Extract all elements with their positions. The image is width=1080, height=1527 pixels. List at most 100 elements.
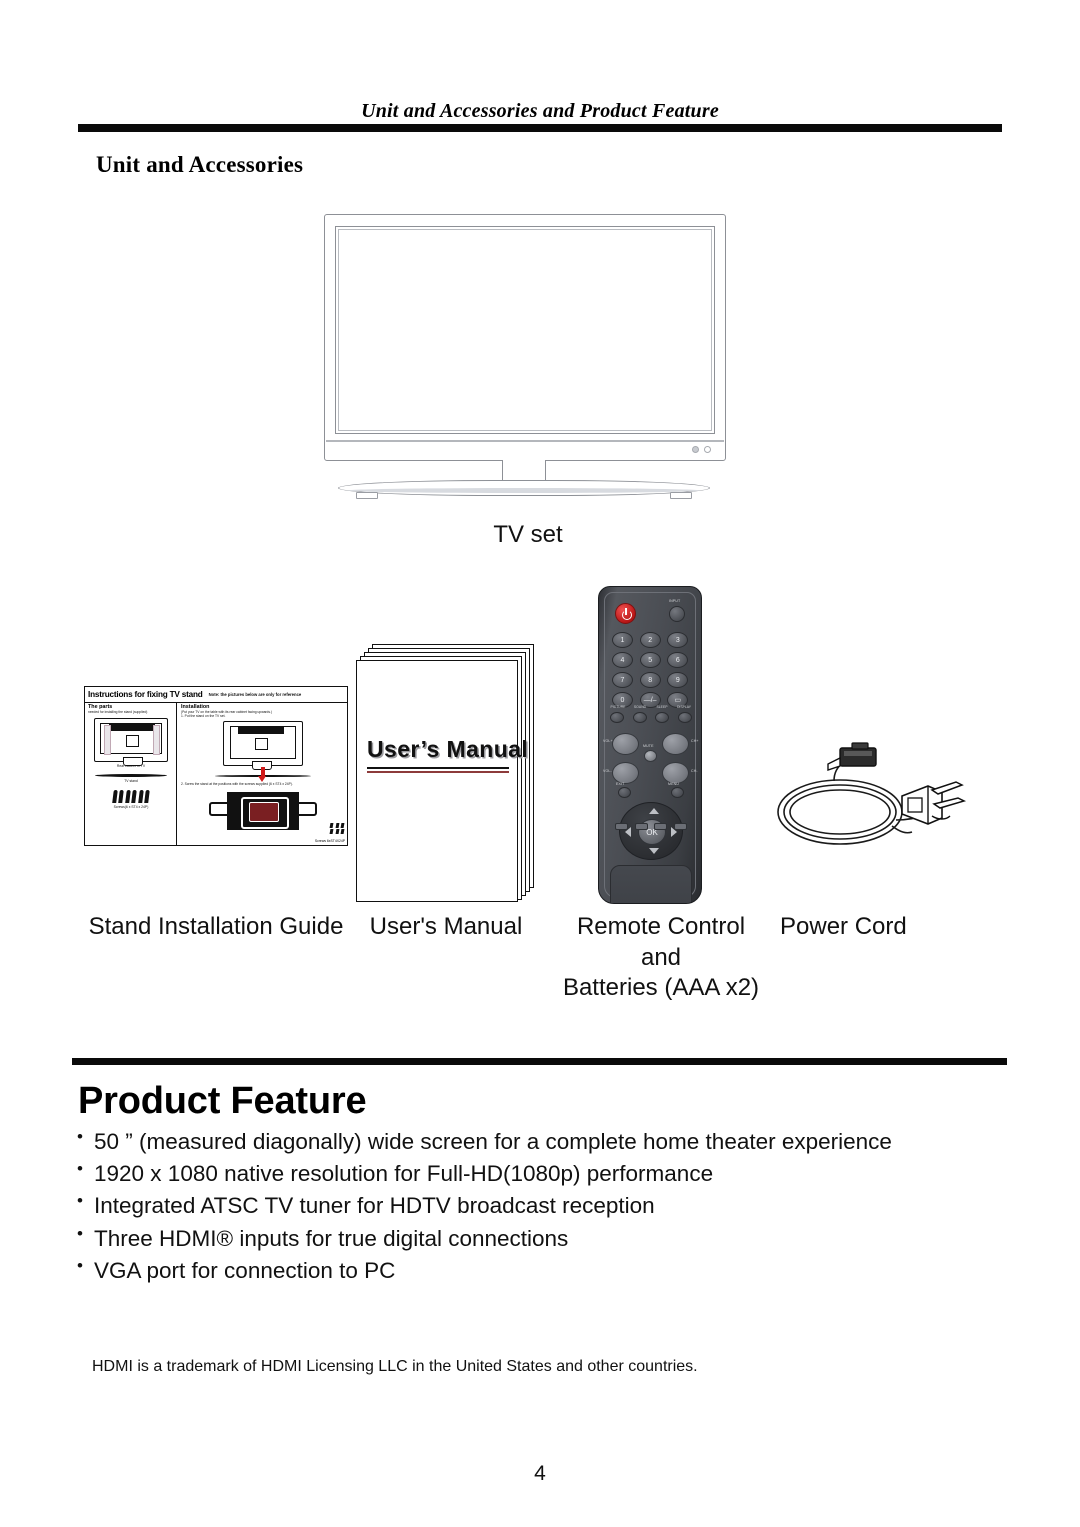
channel-down-button	[662, 762, 689, 784]
manual-page: Unit and Accessories and Product Feature…	[0, 0, 1080, 1527]
color-button-1	[615, 823, 628, 830]
key-1: 1	[612, 632, 633, 648]
guide-step-2: 2. Screw the stand at the positions with…	[181, 782, 293, 786]
volume-up-button	[612, 733, 639, 755]
users-manual-illustration: User’s Manual	[356, 644, 536, 902]
screw-icon	[118, 789, 125, 803]
stand-installation-guide-thumbnail: Instructions for fixing TV stand Note: t…	[84, 686, 348, 846]
rear-cabinet-bar	[109, 723, 155, 731]
step1-arrow-icon	[258, 766, 266, 782]
tv-indicator-icons	[692, 446, 711, 453]
label-tv-stand: TV stand	[124, 778, 138, 783]
key-3: 3	[667, 632, 689, 648]
caption-remote-control: Remote Control and Batteries (AAA x2)	[554, 912, 768, 1004]
key-7: 7	[612, 672, 633, 688]
guide-step-1: 1. Put the stand on the TV set.	[181, 713, 226, 718]
remote-color-buttons	[615, 823, 687, 830]
screw-icon	[111, 789, 118, 803]
manual-cover-rule-primary	[367, 767, 509, 769]
picture-button	[610, 712, 624, 723]
screw-icon	[335, 822, 339, 828]
screw-icon	[329, 822, 334, 828]
mute-button-label: MUTE	[643, 744, 654, 748]
guide-note: Note: the pictures below are only for re…	[208, 692, 302, 697]
screw-icon	[137, 789, 144, 803]
caption-tv-set: TV set	[493, 521, 563, 548]
remote-control-illustration: INPUT 1 2 3 4 5 6 7 8 9 0 —/– ▭ PICTURE …	[598, 586, 702, 904]
rear-cabinet-diagram	[94, 717, 168, 766]
sleep-button-label: SLEEP	[656, 705, 668, 709]
menu-button	[671, 787, 684, 798]
caption-remote-line2: Batteries (AAA x2)	[562, 974, 760, 1002]
step2-screws-diagram	[329, 822, 345, 834]
screw-icon	[340, 829, 345, 834]
feature-bullet-hdmi: Three HDMI® inputs for true digital conn…	[72, 1222, 1002, 1255]
rear-cabinet-side-right	[153, 724, 160, 755]
sound-button-label: SOUND	[633, 705, 647, 709]
screw-icon	[124, 789, 131, 803]
guide-header: Instructions for fixing TV stand Note: t…	[85, 687, 347, 703]
color-button-3	[654, 823, 668, 830]
guide-title: Instructions for fixing TV stand	[88, 690, 203, 699]
power-cord-drawing	[777, 742, 967, 845]
ch-down-label: CH-	[691, 769, 698, 773]
tiny-screw-row	[329, 829, 345, 834]
tv-stand-base-shade	[348, 488, 700, 493]
page-number: 4	[534, 1462, 546, 1485]
remote-numeric-keypad: 1 2 3 4 5 6 7 8 9 0 —/– ▭	[612, 632, 690, 708]
step1-tv-rear	[222, 720, 303, 770]
screws-diagram	[88, 789, 174, 803]
feature-bullet-vga: VGA port for connection to PC	[72, 1254, 1002, 1287]
guide-parts-column: The parts needed for installing the stan…	[85, 703, 177, 845]
key-8: 8	[639, 672, 661, 688]
power-button	[615, 603, 636, 624]
feature-bullet-tuner: Integrated ATSC TV tuner for HDTV broadc…	[72, 1189, 1002, 1222]
tv-stand-foot-right	[670, 492, 692, 499]
feature-bullet-resolution: 1920 x 1080 native resolution for Full-H…	[72, 1157, 1002, 1190]
step1-mount	[254, 737, 268, 750]
arrow-down-icon	[649, 848, 659, 854]
tv-stand-diagram	[95, 773, 167, 777]
guide-installation-column: Installation (Put your TV on the table w…	[177, 703, 347, 845]
iec-connector-icon	[827, 742, 877, 771]
exit-button-label: EXIT	[616, 782, 625, 786]
key-9: 9	[667, 672, 689, 688]
power-icon	[621, 610, 632, 620]
arrow-up-icon	[649, 808, 659, 814]
manual-cover-title: User’s Manual	[367, 736, 529, 762]
rear-cabinet-mount	[126, 734, 139, 747]
header-rule	[78, 124, 1002, 132]
rear-cabinet-tab	[123, 756, 143, 766]
ac-plug-icon	[901, 781, 967, 825]
guide-columns: The parts needed for installing the stan…	[85, 703, 347, 845]
product-feature-rule	[72, 1058, 1007, 1065]
step1-bar	[237, 726, 284, 734]
screw-icon	[144, 789, 151, 803]
product-feature-list: 50 ” (measured diagonally) wide screen f…	[72, 1125, 1002, 1287]
label-screws: Screws(6 x ST4 x 24P)	[113, 804, 149, 809]
channel-up-button	[662, 733, 689, 755]
mute-button	[644, 750, 657, 762]
tv-led-icon	[692, 446, 699, 453]
trademark-footnote: HDMI is a trademark of HDMI Licensing LL…	[92, 1358, 698, 1375]
screw-icon	[340, 822, 345, 828]
rear-cabinet-side-left	[104, 724, 111, 755]
product-feature-title: Product Feature	[78, 1080, 367, 1122]
caption-stand-installation-guide: Stand Installation Guide	[88, 913, 344, 940]
input-button-label: INPUT	[669, 599, 681, 603]
step1-diagram	[181, 720, 344, 782]
exit-button	[618, 787, 631, 798]
running-header-title: Unit and Accessories and Product Feature	[361, 100, 719, 122]
ch-up-label: CH+	[691, 739, 699, 743]
tv-sensor-icon	[704, 446, 711, 453]
tv-cabinet	[324, 214, 726, 461]
caption-users-manual: User's Manual	[369, 913, 523, 940]
remote-function-buttons	[610, 712, 692, 723]
key-6: 6	[667, 652, 689, 668]
guide-parts-subtext: needed for installing the stand (supplie…	[88, 709, 148, 714]
tv-stand-foot-left	[356, 492, 378, 499]
sleep-button	[655, 712, 670, 723]
display-button	[677, 712, 692, 723]
power-cord-illustration	[742, 734, 968, 906]
remote-lower-panel	[610, 865, 692, 903]
